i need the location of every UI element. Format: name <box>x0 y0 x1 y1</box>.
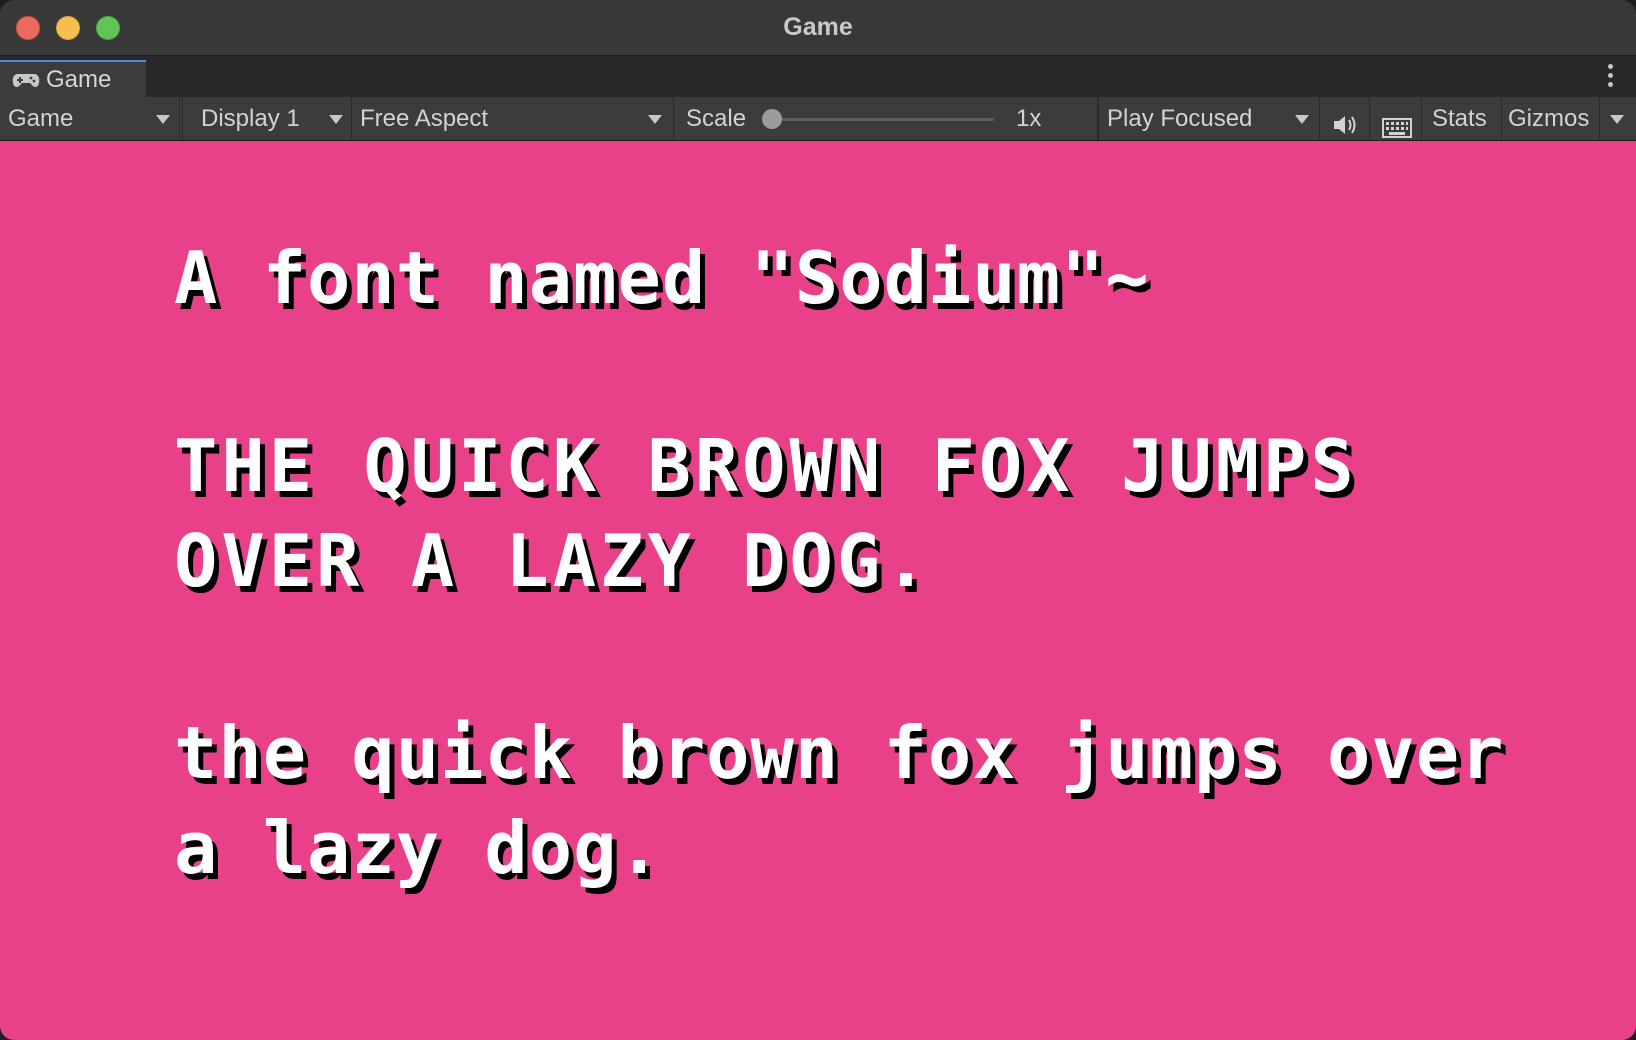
chevron-down-icon <box>1295 115 1309 124</box>
window-title: Game <box>783 13 853 41</box>
chevron-down-icon <box>156 115 170 124</box>
display-dropdown[interactable]: Display 1 <box>182 97 352 140</box>
scale-slider-track[interactable] <box>768 118 994 121</box>
aspect-dropdown[interactable]: Free Aspect <box>352 97 674 140</box>
tab-game-label: Game <box>46 66 112 93</box>
stats-button[interactable]: Stats <box>1422 97 1502 140</box>
tab-game[interactable]: Game <box>0 60 146 97</box>
play-mode-label: Play Focused <box>1107 105 1253 132</box>
play-mode-dropdown[interactable]: Play Focused <box>1098 97 1320 140</box>
uppercase-pangram-line-1: THE QUICK BROWN FOX JUMPS <box>174 424 1358 508</box>
view-mode-dropdown[interactable]: Game <box>0 97 180 140</box>
game-viewport[interactable]: A font named "Sodium"~ THE QUICK BROWN F… <box>0 141 1636 1040</box>
gamepad-icon <box>12 73 40 94</box>
scale-slider-handle[interactable] <box>762 109 782 129</box>
keyboard-toggle[interactable] <box>1370 97 1422 140</box>
aspect-label: Free Aspect <box>360 105 489 132</box>
gizmos-button[interactable]: Gizmos <box>1502 97 1600 140</box>
scale-control: Scale 1x <box>674 97 1098 140</box>
gizmos-label: Gizmos <box>1508 105 1590 132</box>
font-name-line: A font named "Sodium"~ <box>174 236 1150 320</box>
gizmos-dropdown[interactable] <box>1600 97 1636 140</box>
lowercase-pangram-line-2: a lazy dog. <box>174 806 662 890</box>
chevron-down-icon <box>648 115 662 124</box>
game-window: Game Game Game Display 1 Free Aspect Sca… <box>0 0 1636 1040</box>
uppercase-pangram-line-2: OVER A LAZY DOG. <box>174 519 932 603</box>
scale-label: Scale <box>686 105 747 132</box>
game-toolbar: Game Display 1 Free Aspect Scale 1x Play… <box>0 97 1636 141</box>
lowercase-pangram-line-1: the quick brown fox jumps over <box>174 711 1505 795</box>
display-label: Display 1 <box>201 105 300 132</box>
title-bar[interactable]: Game <box>0 0 1636 56</box>
mute-audio-toggle[interactable] <box>1320 97 1370 140</box>
stats-label: Stats <box>1432 105 1487 132</box>
view-mode-label: Game <box>8 105 74 132</box>
tab-strip: Game <box>0 56 1636 97</box>
more-options-icon[interactable] <box>1608 64 1614 91</box>
chevron-down-icon <box>329 115 343 124</box>
chevron-down-icon <box>1610 115 1624 124</box>
scale-value: 1x <box>1016 105 1042 132</box>
